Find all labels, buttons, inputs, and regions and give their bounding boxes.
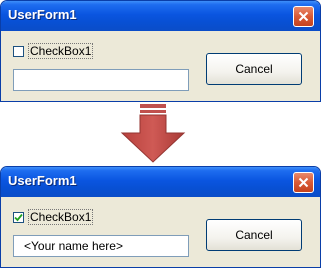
checkbox1[interactable]: CheckBox1 — [13, 209, 94, 225]
checkbox-label: CheckBox1 — [28, 43, 94, 59]
checkbox-box-checked[interactable] — [13, 211, 24, 223]
name-textbox[interactable] — [13, 69, 189, 91]
checkbox-box-unchecked[interactable] — [13, 45, 24, 57]
form-client-area: CheckBox1 <Your name here> Cancel — [3, 197, 318, 265]
close-icon — [298, 11, 309, 22]
close-button[interactable] — [293, 6, 314, 27]
window-title: UserForm1 — [8, 173, 77, 188]
checkmark-icon — [14, 213, 23, 221]
cancel-button[interactable]: Cancel — [206, 53, 302, 85]
title-bar[interactable]: UserForm1 — [1, 167, 320, 197]
name-textbox[interactable]: <Your name here> — [13, 235, 189, 257]
userform-window-after: UserForm1 CheckBox1 <Your name here> Can… — [0, 166, 321, 268]
close-button[interactable] — [293, 172, 314, 193]
checkbox1[interactable]: CheckBox1 — [13, 43, 94, 59]
checkbox-label: CheckBox1 — [28, 209, 94, 225]
window-title: UserForm1 — [8, 7, 77, 22]
close-icon — [298, 177, 309, 188]
title-bar[interactable]: UserForm1 — [1, 1, 320, 31]
cancel-button[interactable]: Cancel — [206, 219, 302, 251]
form-client-area: CheckBox1 Cancel — [3, 31, 318, 99]
down-arrow-icon — [120, 104, 186, 163]
userform-window-before: UserForm1 CheckBox1 Cancel — [0, 0, 321, 102]
